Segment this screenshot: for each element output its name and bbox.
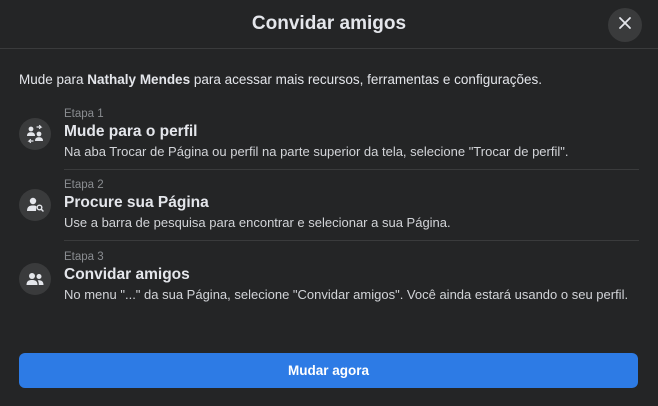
switch-now-button[interactable]: Mudar agora bbox=[19, 353, 638, 388]
close-icon bbox=[618, 16, 632, 35]
intro-text: Mude para Nathaly Mendes para acessar ma… bbox=[19, 71, 639, 89]
person-search-icon bbox=[19, 189, 51, 221]
step-label: Etapa 1 bbox=[64, 108, 104, 120]
intro-prefix: Mude para bbox=[19, 72, 88, 87]
step-label: Etapa 3 bbox=[64, 251, 104, 263]
step-description: No menu "..." da sua Página, selecione "… bbox=[64, 287, 629, 302]
dialog-title: Convidar amigos bbox=[251, 13, 407, 34]
step-description: Use a barra de pesquisa para encontrar e… bbox=[64, 215, 451, 230]
switch-profile-icon bbox=[19, 118, 51, 150]
step-title: Convidar amigos bbox=[64, 266, 190, 283]
steps-list: Etapa 1 Mude para o perfil Na aba Trocar… bbox=[19, 107, 639, 304]
step-description: Na aba Trocar de Página ou perfil na par… bbox=[64, 144, 569, 159]
step-title: Mude para o perfil bbox=[64, 123, 198, 140]
step-label: Etapa 2 bbox=[64, 179, 104, 191]
step-2: Etapa 2 Procure sua Página Use a barra d… bbox=[19, 178, 639, 241]
profile-name: Nathaly Mendes bbox=[87, 72, 191, 87]
friends-icon bbox=[19, 263, 51, 295]
step-title: Procure sua Página bbox=[64, 194, 209, 211]
invite-friends-dialog: Convidar amigos Mude para Nathaly Mendes… bbox=[0, 0, 658, 406]
intro-suffix: para acessar mais recursos, ferramentas … bbox=[190, 72, 542, 87]
step-3: Etapa 3 Convidar amigos No menu "..." da… bbox=[19, 250, 639, 304]
dialog-header: Convidar amigos bbox=[0, 0, 658, 49]
close-button[interactable] bbox=[608, 8, 642, 42]
step-1: Etapa 1 Mude para o perfil Na aba Trocar… bbox=[19, 107, 639, 170]
